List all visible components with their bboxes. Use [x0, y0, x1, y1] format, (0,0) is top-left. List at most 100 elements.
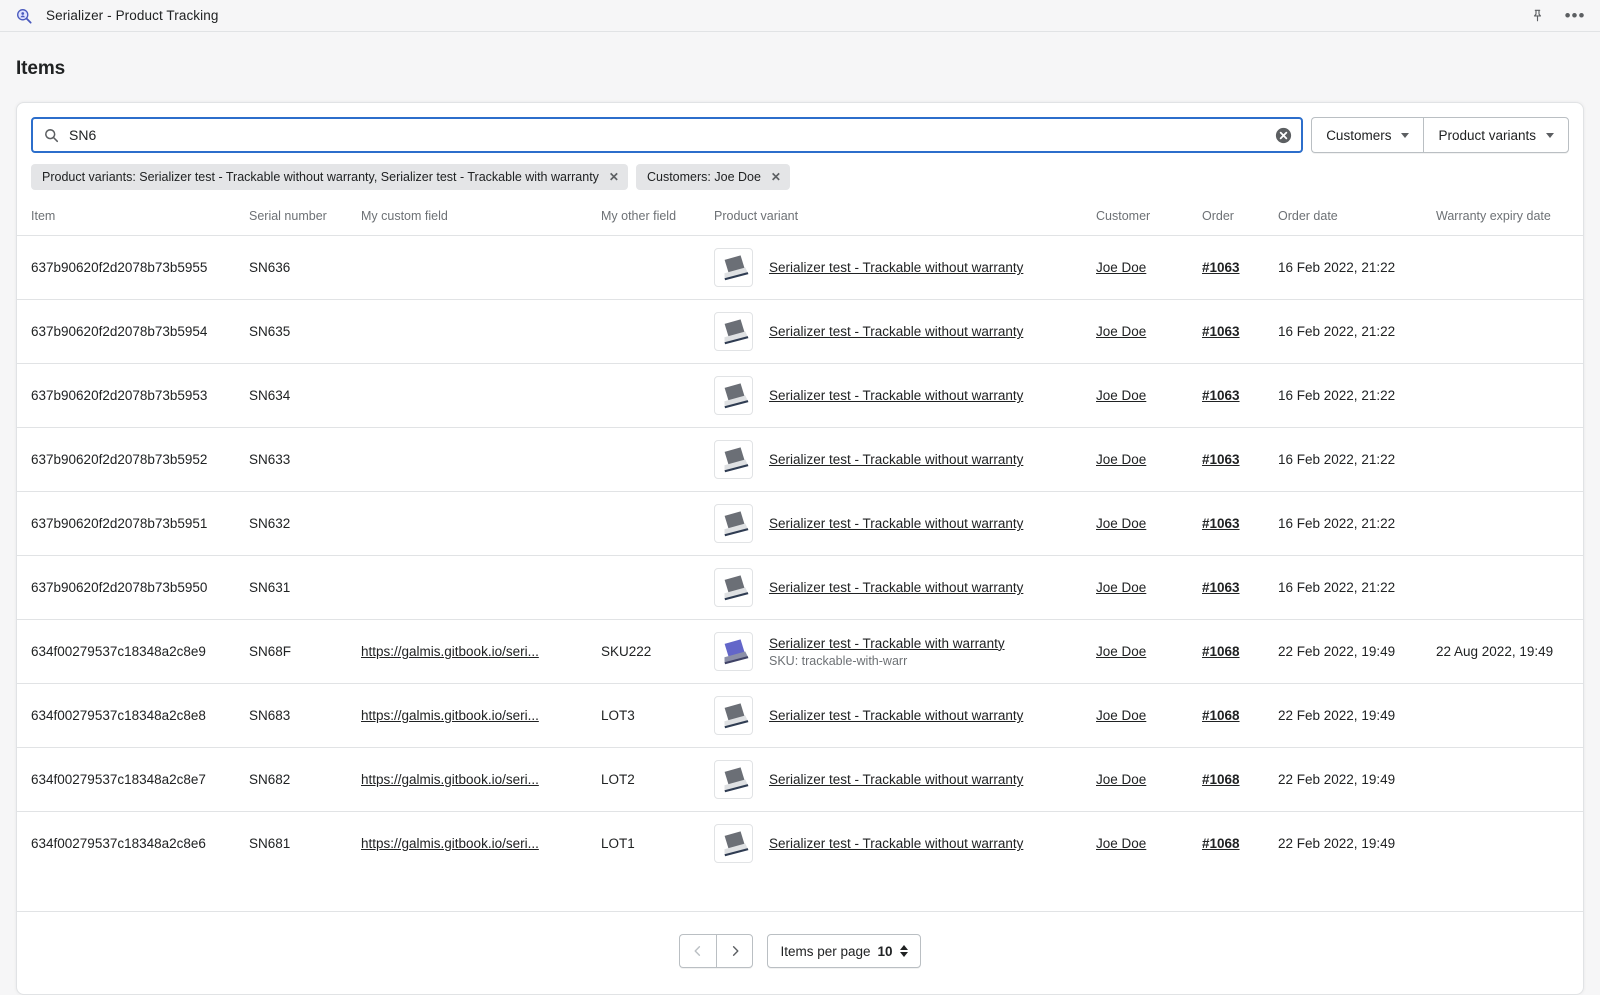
variant-sku: SKU: trackable-with-warr [769, 654, 1005, 668]
next-page-button[interactable] [716, 934, 753, 968]
filter-chip-customers[interactable]: Customers: Joe Doe ✕ [636, 164, 790, 190]
pin-icon[interactable] [1526, 5, 1548, 27]
table-row[interactable]: 637b90620f2d2078b73b5950 SN631 Serialize… [17, 556, 1584, 620]
serial-number: SN632 [249, 516, 290, 531]
remove-filter-icon[interactable]: ✕ [771, 171, 781, 183]
item-id: 637b90620f2d2078b73b5955 [31, 260, 207, 275]
customer-link[interactable]: Joe Doe [1096, 452, 1146, 467]
table-row[interactable]: 634f00279537c18348a2c8e6 SN681 https://g… [17, 812, 1584, 876]
customer-link[interactable]: Joe Doe [1096, 260, 1146, 275]
column-header-customer: Customer [1096, 203, 1202, 236]
filter-button-customers[interactable]: Customers [1311, 117, 1423, 153]
cell-item: 634f00279537c18348a2c8e7 [17, 748, 249, 812]
previous-page-button[interactable] [679, 934, 716, 968]
table-row[interactable]: 637b90620f2d2078b73b5954 SN635 Serialize… [17, 300, 1584, 364]
product-thumbnail-image [717, 699, 750, 732]
order-link[interactable]: #1063 [1202, 260, 1240, 275]
items-per-page-value: 10 [878, 944, 893, 959]
app-topbar: Serializer - Product Tracking ••• [0, 0, 1600, 32]
cell-customer: Joe Doe [1096, 300, 1202, 364]
column-header-custom: My custom field [361, 203, 601, 236]
customer-link[interactable]: Joe Doe [1096, 388, 1146, 403]
product-thumbnail-image [717, 571, 750, 604]
table-row[interactable]: 637b90620f2d2078b73b5951 SN632 Serialize… [17, 492, 1584, 556]
customer-link[interactable]: Joe Doe [1096, 836, 1146, 851]
cell-warranty-expiry [1436, 812, 1584, 876]
customer-link[interactable]: Joe Doe [1096, 580, 1146, 595]
column-header-variant: Product variant [714, 203, 1096, 236]
order-link[interactable]: #1063 [1202, 452, 1240, 467]
product-variant-link[interactable]: Serializer test - Trackable with warrant… [769, 636, 1005, 651]
product-variant-link[interactable]: Serializer test - Trackable without warr… [769, 260, 1023, 275]
items-table: Item Serial number My custom field My ot… [17, 203, 1584, 875]
custom-field-link[interactable]: https://galmis.gitbook.io/seri... [361, 836, 539, 851]
customer-link[interactable]: Joe Doe [1096, 772, 1146, 787]
cell-order: #1063 [1202, 236, 1278, 300]
product-variant-link[interactable]: Serializer test - Trackable without warr… [769, 388, 1023, 403]
custom-field-link[interactable]: https://galmis.gitbook.io/seri... [361, 644, 539, 659]
remove-filter-icon[interactable]: ✕ [609, 171, 619, 183]
stepper-icon[interactable] [900, 945, 908, 957]
product-variant-link[interactable]: Serializer test - Trackable without warr… [769, 836, 1023, 851]
product-variant-link[interactable]: Serializer test - Trackable without warr… [769, 452, 1023, 467]
cell-other-field: LOT3 [601, 684, 714, 748]
customer-link[interactable]: Joe Doe [1096, 708, 1146, 723]
cell-custom-field [361, 428, 601, 492]
table-row[interactable]: 637b90620f2d2078b73b5955 SN636 Serialize… [17, 236, 1584, 300]
variant-cell: Serializer test - Trackable without warr… [714, 824, 1096, 863]
cell-other-field: LOT1 [601, 812, 714, 876]
customer-link[interactable]: Joe Doe [1096, 324, 1146, 339]
cell-order: #1068 [1202, 812, 1278, 876]
more-options-icon[interactable]: ••• [1564, 5, 1586, 27]
table-row[interactable]: 634f00279537c18348a2c8e8 SN683 https://g… [17, 684, 1584, 748]
cell-item: 637b90620f2d2078b73b5951 [17, 492, 249, 556]
cell-order: #1068 [1202, 748, 1278, 812]
product-variant-link[interactable]: Serializer test - Trackable without warr… [769, 580, 1023, 595]
order-date: 16 Feb 2022, 21:22 [1278, 324, 1395, 339]
filter-button-product-variants[interactable]: Product variants [1423, 117, 1569, 153]
clear-search-icon[interactable] [1273, 125, 1293, 145]
variant-text-group: Serializer test - Trackable without warr… [769, 452, 1023, 467]
table-row[interactable]: 637b90620f2d2078b73b5952 SN633 Serialize… [17, 428, 1584, 492]
cell-serial: SN636 [249, 236, 361, 300]
items-per-page-selector[interactable]: Items per page 10 [767, 934, 920, 968]
order-link[interactable]: #1068 [1202, 836, 1240, 851]
table-row[interactable]: 634f00279537c18348a2c8e9 SN68F https://g… [17, 620, 1584, 684]
order-link[interactable]: #1063 [1202, 388, 1240, 403]
cell-other-field [601, 300, 714, 364]
custom-field-link[interactable]: https://galmis.gitbook.io/seri... [361, 772, 539, 787]
table-row[interactable]: 634f00279537c18348a2c8e7 SN682 https://g… [17, 748, 1584, 812]
customer-link[interactable]: Joe Doe [1096, 644, 1146, 659]
stepper-down-icon[interactable] [900, 952, 908, 957]
cell-custom-field [361, 364, 601, 428]
product-thumbnail [714, 824, 753, 863]
stepper-up-icon[interactable] [900, 945, 908, 950]
product-variant-link[interactable]: Serializer test - Trackable without warr… [769, 772, 1023, 787]
product-variant-link[interactable]: Serializer test - Trackable without warr… [769, 708, 1023, 723]
order-link[interactable]: #1068 [1202, 708, 1240, 723]
order-link[interactable]: #1063 [1202, 324, 1240, 339]
customer-link[interactable]: Joe Doe [1096, 516, 1146, 531]
item-id: 634f00279537c18348a2c8e8 [31, 708, 206, 723]
variant-text-group: Serializer test - Trackable without warr… [769, 388, 1023, 403]
order-link[interactable]: #1063 [1202, 580, 1240, 595]
order-date: 22 Feb 2022, 19:49 [1278, 644, 1395, 659]
cell-other-field [601, 428, 714, 492]
cell-serial: SN633 [249, 428, 361, 492]
item-id: 637b90620f2d2078b73b5953 [31, 388, 207, 403]
product-variant-link[interactable]: Serializer test - Trackable without warr… [769, 324, 1023, 339]
order-link[interactable]: #1068 [1202, 644, 1240, 659]
filter-chip-label: Product variants: Serializer test - Trac… [42, 170, 599, 184]
product-thumbnail-image [717, 443, 750, 476]
column-header-order: Order [1202, 203, 1278, 236]
search-input[interactable] [69, 127, 1267, 143]
custom-field-link[interactable]: https://galmis.gitbook.io/seri... [361, 708, 539, 723]
product-variant-link[interactable]: Serializer test - Trackable without warr… [769, 516, 1023, 531]
filter-chip-product-variants[interactable]: Product variants: Serializer test - Trac… [31, 164, 628, 190]
chevron-down-icon [1546, 133, 1554, 138]
table-row[interactable]: 637b90620f2d2078b73b5953 SN634 Serialize… [17, 364, 1584, 428]
search-field[interactable] [31, 117, 1303, 153]
order-link[interactable]: #1068 [1202, 772, 1240, 787]
cell-custom-field: https://galmis.gitbook.io/seri... [361, 812, 601, 876]
order-link[interactable]: #1063 [1202, 516, 1240, 531]
